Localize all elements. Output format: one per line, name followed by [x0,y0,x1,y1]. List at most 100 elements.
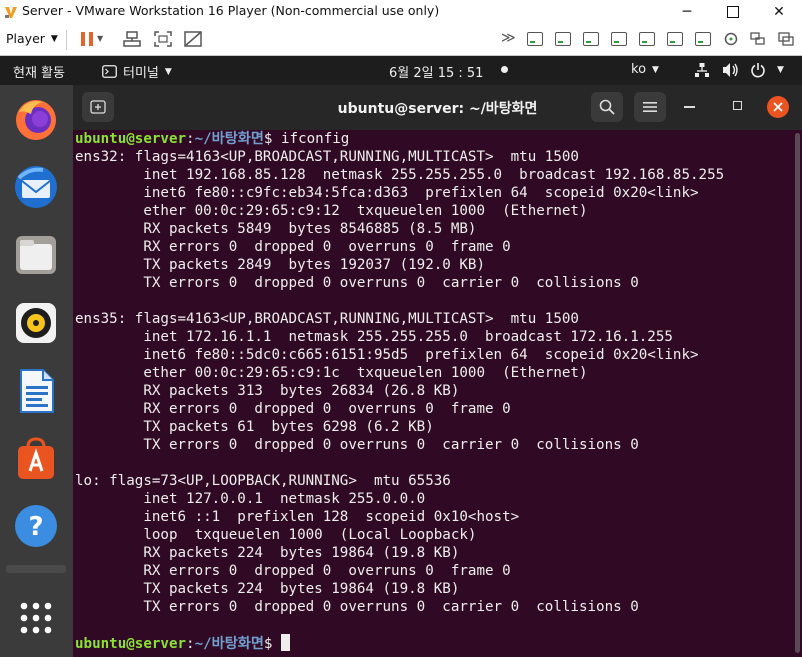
output-line: RX errors 0 dropped 0 overruns 0 frame 0 [75,239,511,255]
prompt-path: ~/바탕화면 [194,131,264,147]
terminal-title: ubuntu@server: ~/바탕화면 [337,101,538,117]
dock-thunderbird[interactable] [13,164,59,210]
fullscreen-button[interactable] [153,30,173,48]
output-line: ens35: flags=4163<UP,BROADCAST,RUNNING,M… [75,311,579,327]
output-line: inet6 fe80::5dc0:c665:6151:95d5 prefixle… [75,347,699,363]
device-cdrom-icon[interactable] [583,32,599,46]
pause-button[interactable] [77,30,97,48]
ubuntu-software-icon [18,437,54,479]
prompt-symbol: $ [263,636,281,652]
show-apps-icon [20,602,52,634]
output-line: TX errors 0 dropped 0 overruns 0 carrier… [75,599,639,615]
device-display-button[interactable] [748,30,768,48]
maximize-button[interactable] [710,0,756,24]
terminal-window: ubuntu@server: ~/바탕화면 ubuntu@server:~/바탕… [73,85,802,657]
libreoffice-writer-icon [20,369,54,413]
pause-dropdown-icon[interactable]: ▼ [97,34,103,43]
terminal-scrollbar[interactable] [795,133,800,653]
text-cursor [280,634,290,651]
vmware-titlebar: Server - VMware Workstation 16 Player (N… [0,0,802,25]
window-title: Server - VMware Workstation 16 Player (N… [22,3,440,18]
activities-button[interactable]: 현재 활동 [13,62,65,81]
prompt-separator: : [186,131,195,147]
output-line: ens32: flags=4163<UP,BROADCAST,RUNNING,M… [75,149,579,165]
vmware-logo-icon [5,7,17,18]
input-method-button[interactable]: ko ▼ [631,62,659,77]
output-line: RX packets 313 bytes 26834 (26.8 KB) [75,383,460,399]
send-ctrl-alt-del-button[interactable] [122,30,142,48]
clock[interactable]: 6월 2일 15 : 51 [389,62,483,81]
device-hdd-icon[interactable] [527,32,543,46]
device-network-icon[interactable] [611,32,627,46]
output-line: RX errors 0 dropped 0 overruns 0 frame 0 [75,563,511,579]
unity-icon [184,31,202,47]
output-line: TX errors 0 dropped 0 overruns 0 carrier… [75,437,639,453]
close-icon: ✕ [773,4,785,20]
prompt-line: ubuntu@server:~/바탕화면$ ifconfig [75,130,795,148]
dock-show-applications[interactable] [13,595,59,641]
dock-firefox[interactable] [13,96,59,142]
help-icon: ? [15,505,57,547]
ubuntu-top-bar: 현재 활동 터미널 ▼ 6월 2일 15 : 51 ko ▼ ▼ [0,56,802,85]
volume-icon[interactable] [722,62,740,78]
dock-libreoffice-writer[interactable] [13,368,59,414]
term-close-icon [773,102,783,112]
hamburger-menu-icon [643,102,657,112]
message-log-button[interactable] [776,30,796,48]
output-line: inet 172.16.1.1 netmask 255.255.255.0 br… [75,329,673,345]
player-menu-button[interactable]: Player ▼ [6,31,58,46]
prompt-path: ~/바탕화면 [194,636,264,652]
maximize-icon [727,6,739,18]
device-sound-icon[interactable] [695,32,711,46]
output-line: inet6 fe80::c9fc:eb34:5fca:d363 prefixle… [75,185,699,201]
term-minimize-icon[interactable] [684,106,695,108]
notification-dot-icon [501,66,508,73]
output-line: RX packets 5849 bytes 8546885 (8.5 MB) [75,221,477,237]
dock-files[interactable] [13,232,59,278]
output-line: RX packets 224 bytes 19864 (19.8 KB) [75,545,460,561]
term-close-button[interactable] [767,96,789,118]
more-devices-icon[interactable]: ≫ [501,30,516,46]
output-line: loop txqueuelen 1000 (Local Loopback) [75,527,477,543]
player-menu-label: Player [6,31,45,46]
device-hdd2-icon[interactable] [555,32,571,46]
vmware-toolbar: Player ▼ ▼ ≫ [0,24,802,56]
pause-icon [81,32,93,46]
unity-mode-button[interactable] [183,30,203,48]
hamburger-menu-button[interactable] [634,92,666,122]
output-line: ether 00:0c:29:65:c9:1c txqueuelen 1000 … [75,365,588,381]
output-line: TX packets 224 bytes 19864 (19.8 KB) [75,581,460,597]
output-lines: ens32: flags=4163<UP,BROADCAST,RUNNING,M… [75,148,795,634]
terminal-output[interactable]: ubuntu@server:~/바탕화면$ ifconfig ens32: fla… [75,130,795,657]
dock-rhythmbox[interactable] [13,300,59,346]
output-line: RX errors 0 dropped 0 overruns 0 frame 0 [75,401,511,417]
terminal-header: ubuntu@server: ~/바탕화면 [73,85,802,130]
output-line: inet 192.168.85.128 netmask 255.255.255.… [75,167,725,183]
app-menu-label: 터미널 [123,66,159,81]
app-menu-button[interactable]: 터미널 ▼ [102,62,172,81]
device-usb-icon[interactable] [667,32,683,46]
close-window-button[interactable]: ✕ [756,0,802,24]
command-text: ifconfig [280,131,350,147]
output-line: lo: flags=73<UP,LOOPBACK,RUNNING> mtu 65… [75,473,451,489]
device-printer-button[interactable] [721,30,741,48]
network-wired-icon[interactable] [694,62,710,78]
fullscreen-icon [154,31,172,47]
prompt-separator: : [186,636,195,652]
chevron-down-icon: ▼ [50,33,58,44]
search-icon [599,99,615,115]
term-maximize-icon[interactable] [733,101,742,110]
dock-help[interactable]: ? [13,503,59,549]
system-menu-chevron-icon[interactable]: ▼ [777,65,784,75]
minimize-button[interactable]: ─ [664,0,710,24]
power-icon[interactable] [750,62,766,78]
message-log-icon [778,32,794,46]
search-button[interactable] [591,92,623,122]
output-line: TX packets 61 bytes 6298 (6.2 KB) [75,419,434,435]
device-network2-icon[interactable] [639,32,655,46]
output-line: inet6 ::1 prefixlen 128 scopeid 0x10<hos… [75,509,520,525]
prompt-user: ubuntu@server [75,636,187,652]
dock-ubuntu-software[interactable] [13,435,59,481]
